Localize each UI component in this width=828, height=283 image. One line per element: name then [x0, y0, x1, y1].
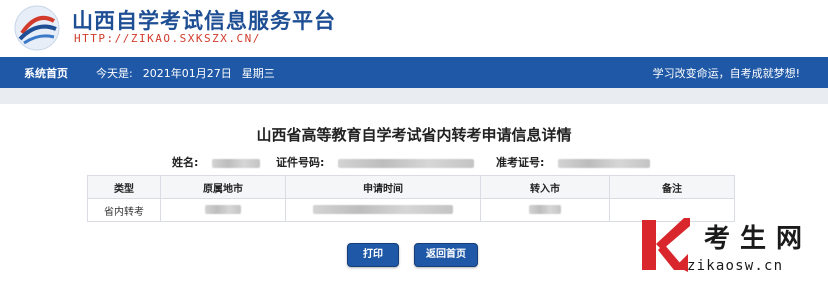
nav-date: 今天是: 2021年01月27日 星期三 [96, 65, 285, 81]
watermark-url: zikaosw.cn [687, 258, 784, 274]
site-logo-icon [14, 5, 60, 51]
nav-slogan: 学习改变命运，自考成就梦想! [652, 67, 800, 80]
page-title: 山西省高等教育自学考试省内转考申请信息详情 [256, 126, 572, 144]
cell-type: 省内转考 [87, 198, 161, 222]
print-button[interactable]: 打印 [347, 243, 399, 267]
site-url[interactable]: HTTP://ZIKAO.SXKSZX.CN/ [74, 32, 261, 45]
date-label: 今天是: [96, 67, 133, 80]
col-remark: 备注 [609, 175, 735, 199]
watermark-text: 考生网 [704, 224, 813, 254]
col-type: 类型 [87, 175, 161, 199]
detail-table: 类型 原属地市 申请时间 转入市 备注 省内转考 [87, 175, 735, 222]
site-header: 山西自学考试信息服务平台 HTTP://ZIKAO.SXKSZX.CN/ [0, 0, 828, 57]
weekday: 星期三 [241, 67, 275, 80]
ticket-value-redacted [558, 158, 651, 168]
id-value-redacted [338, 158, 475, 168]
divider-band [0, 88, 828, 104]
watermark: 考生网 zikaosw.cn [640, 214, 828, 283]
id-label: 证件号码: [276, 156, 325, 169]
cell-target-city [480, 198, 610, 222]
name-field: 姓名: [172, 154, 261, 170]
name-value-redacted [212, 158, 261, 168]
table-header-row: 类型 原属地市 申请时间 转入市 备注 [87, 175, 735, 199]
back-home-button[interactable]: 返回首页 [414, 243, 478, 267]
col-apply-time: 申请时间 [285, 175, 481, 199]
nav-bar: 系统首页 今天是: 2021年01月27日 星期三 学习改变命运，自考成就梦想! [0, 57, 828, 88]
date-value: 2021年01月27日 [142, 67, 232, 80]
col-origin-city: 原属地市 [160, 175, 286, 199]
apply-time-redacted [313, 205, 453, 214]
origin-city-redacted [205, 205, 241, 214]
cell-apply-time [285, 198, 481, 222]
col-target-city: 转入市 [480, 175, 610, 199]
target-city-redacted [529, 205, 561, 214]
watermark-k-logo-icon [642, 218, 690, 272]
nav-home-link[interactable]: 系统首页 [24, 65, 68, 81]
ticket-label: 准考证号: [496, 156, 545, 169]
table-row: 省内转考 [87, 198, 735, 222]
site-title: 山西自学考试信息服务平台 [72, 9, 336, 33]
cell-origin-city [160, 198, 286, 222]
name-label: 姓名: [172, 156, 199, 169]
ticket-field: 准考证号: [496, 154, 651, 170]
id-field: 证件号码: [276, 154, 475, 170]
